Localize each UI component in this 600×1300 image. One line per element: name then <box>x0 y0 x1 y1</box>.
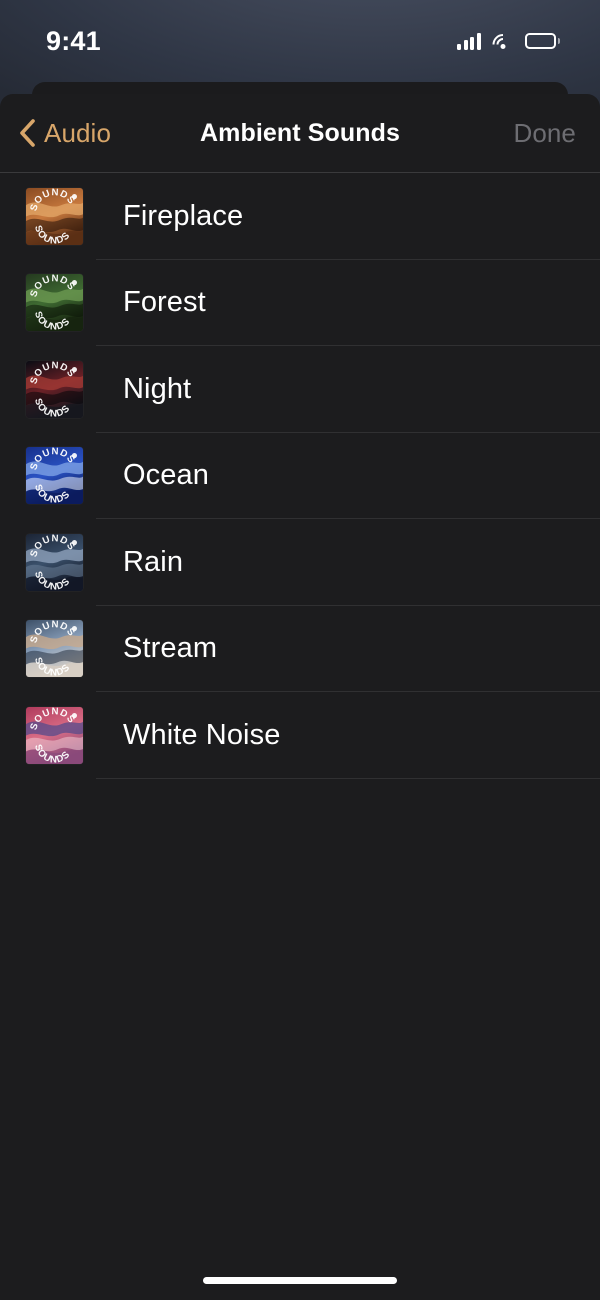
forest-artwork: SOUNDS SOUNDS <box>26 274 83 332</box>
back-button[interactable]: Audio <box>0 118 111 149</box>
list-item[interactable]: SOUNDS SOUNDS Fireplace <box>0 173 600 260</box>
iphone-screen: 9:41 Audio Ambient Sounds Done SOUNDS SO… <box>0 0 600 1300</box>
list-item[interactable]: SOUNDS SOUNDS Forest <box>0 260 600 347</box>
ocean-artwork: SOUNDS SOUNDS <box>26 447 83 505</box>
wifi-icon <box>487 29 518 59</box>
ambient-sounds-sheet: Audio Ambient Sounds Done SOUNDS SOUNDS Fi… <box>0 94 600 1300</box>
status-bar: 9:41 <box>0 0 600 76</box>
cellular-signal-icon <box>457 32 481 50</box>
list-item-label: Fireplace <box>123 199 244 232</box>
status-bar-icons <box>457 29 560 59</box>
status-bar-time: 9:41 <box>46 25 101 56</box>
list-item-label: Stream <box>123 632 218 665</box>
ambient-sounds-list: SOUNDS SOUNDS Fireplace SOUNDS SOUNDS Forest S… <box>0 173 600 779</box>
list-item[interactable]: SOUNDS SOUNDS Rain <box>0 519 600 606</box>
rain-artwork: SOUNDS SOUNDS <box>26 533 83 591</box>
list-item-label: Night <box>123 372 192 405</box>
back-button-label: Audio <box>44 117 111 148</box>
battery-full-icon <box>524 33 560 49</box>
list-item[interactable]: SOUNDS SOUNDS Ocean <box>0 433 600 520</box>
navigation-bar: Audio Ambient Sounds Done <box>0 94 600 173</box>
list-item[interactable]: SOUNDS SOUNDS Night <box>0 346 600 433</box>
list-item-label: White Noise <box>123 718 281 751</box>
chevron-left-icon <box>20 119 35 147</box>
list-item[interactable]: SOUNDS SOUNDS White Noise <box>0 692 600 779</box>
fireplace-artwork: SOUNDS SOUNDS <box>26 187 83 245</box>
list-item-label: Ocean <box>123 459 209 492</box>
white-noise-artwork: SOUNDS SOUNDS <box>26 706 83 764</box>
night-artwork: SOUNDS SOUNDS <box>26 360 83 418</box>
list-item[interactable]: SOUNDS SOUNDS Stream <box>0 606 600 693</box>
stream-artwork: SOUNDS SOUNDS <box>26 620 83 678</box>
done-button[interactable]: Done <box>513 118 576 149</box>
list-item-label: Rain <box>123 545 184 578</box>
list-item-label: Forest <box>123 286 206 319</box>
home-indicator[interactable] <box>203 1277 397 1284</box>
